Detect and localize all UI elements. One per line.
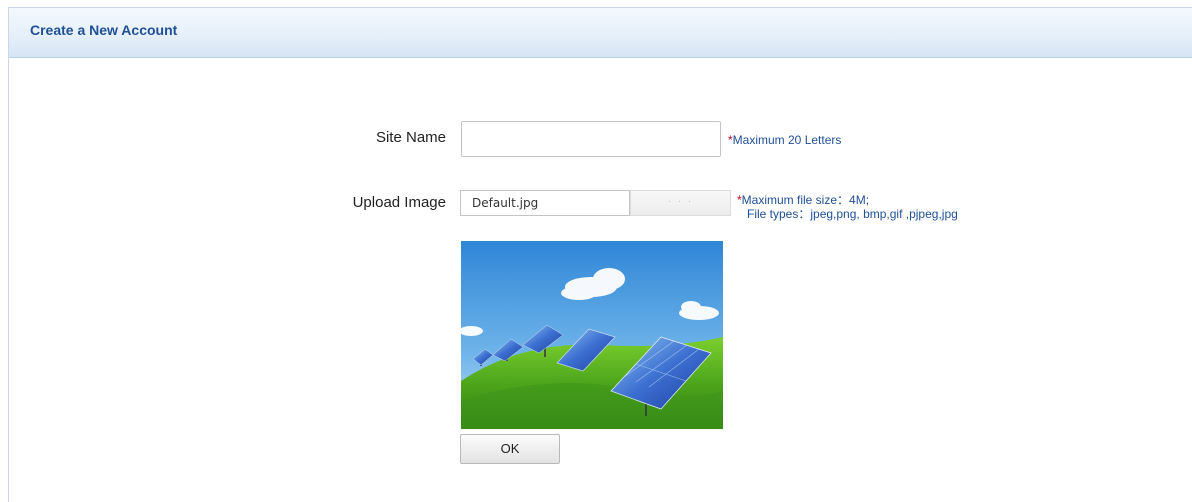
upload-file-name-field[interactable]: Default.jpg bbox=[460, 190, 630, 216]
create-account-panel: Create a New Account Site Name *Maximum … bbox=[8, 7, 1192, 502]
uploaded-image-preview bbox=[461, 241, 723, 429]
upload-hint-line2: File types：jpeg,png, bmp,gif ,pjpeg,jpg bbox=[747, 207, 958, 221]
site-name-hint: *Maximum 20 Letters bbox=[728, 133, 841, 147]
panel-header: Create a New Account bbox=[9, 8, 1192, 58]
site-name-label: Site Name bbox=[375, 129, 446, 146]
site-name-hint-text: Maximum 20 Letters bbox=[732, 133, 842, 147]
page-title: Create a New Account bbox=[30, 22, 178, 38]
browse-button[interactable]: · · · bbox=[630, 190, 731, 216]
upload-hint: *Maximum file size：4M; File types：jpeg,pn… bbox=[737, 193, 958, 221]
ok-button[interactable]: OK bbox=[460, 434, 560, 464]
solar-panels-image bbox=[461, 241, 723, 429]
upload-image-label: Upload Image bbox=[352, 194, 446, 211]
site-name-input[interactable] bbox=[461, 121, 721, 157]
upload-hint-line1: Maximum file size：4M; bbox=[741, 193, 870, 207]
